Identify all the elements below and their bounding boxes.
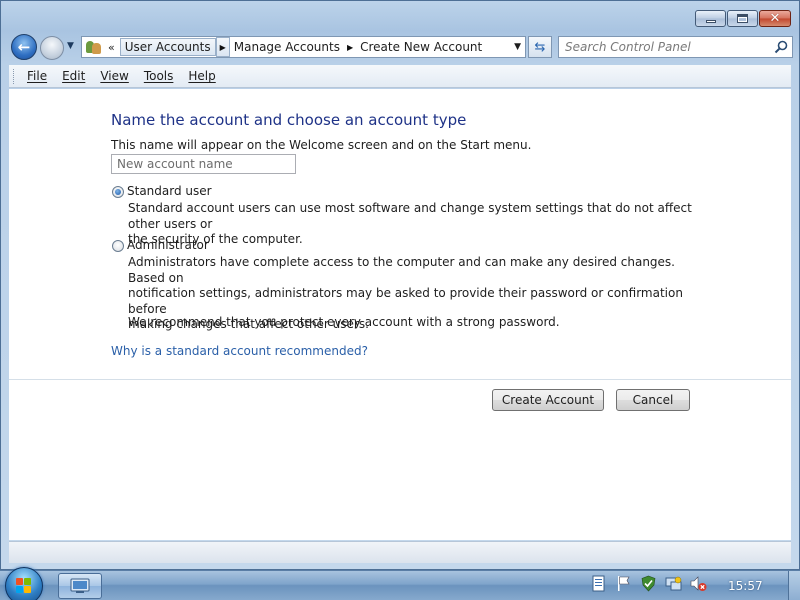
- close-icon: ✕: [769, 11, 781, 26]
- show-desktop-button[interactable]: [788, 571, 800, 600]
- standard-user-description: Standard account users can use most soft…: [128, 201, 708, 248]
- close-button[interactable]: ✕: [759, 10, 791, 27]
- divider: [9, 379, 791, 380]
- volume-muted-icon[interactable]: [690, 575, 707, 592]
- windows-logo-icon: [16, 578, 32, 594]
- breadcrumb-overflow-icon[interactable]: «: [108, 41, 115, 54]
- description-line: Standard account users can use most soft…: [128, 201, 692, 231]
- toolbar-grip[interactable]: [13, 69, 16, 84]
- start-button[interactable]: [5, 567, 43, 600]
- password-recommendation: We recommend that you protect every acco…: [128, 315, 560, 329]
- network-icon[interactable]: [665, 575, 682, 592]
- description-line: notification settings, administrators ma…: [128, 286, 683, 316]
- system-tray: [590, 575, 707, 592]
- back-arrow-icon: ←: [17, 38, 31, 56]
- caption-buttons: ✕: [695, 10, 791, 27]
- administrator-radio[interactable]: [112, 240, 124, 252]
- description-line: the security of the computer.: [128, 232, 303, 246]
- document-icon[interactable]: [590, 575, 607, 592]
- control-panel-icon: [70, 578, 90, 593]
- back-button[interactable]: ←: [11, 34, 37, 60]
- create-account-button[interactable]: Create Account: [492, 389, 604, 411]
- search-input[interactable]: [559, 37, 769, 57]
- navigation-bar: ← ▼ « User Accounts ▶ Manage Accounts ▶ …: [9, 34, 793, 60]
- breadcrumb-create-new-account[interactable]: Create New Account: [356, 39, 486, 55]
- menu-view[interactable]: View: [100, 69, 128, 83]
- menu-tools[interactable]: Tools: [144, 69, 174, 83]
- standard-user-radio[interactable]: [112, 186, 124, 198]
- name-instruction: This name will appear on the Welcome scr…: [111, 138, 532, 152]
- menu-edit[interactable]: Edit: [62, 69, 85, 83]
- search-box[interactable]: [558, 36, 793, 58]
- breadcrumb-manage-accounts[interactable]: Manage Accounts: [230, 39, 344, 55]
- menu-file[interactable]: File: [27, 69, 47, 83]
- maximize-icon: [737, 14, 748, 23]
- content-pane: Name the account and choose an account t…: [9, 89, 791, 540]
- breadcrumb-user-accounts[interactable]: User Accounts: [119, 38, 216, 56]
- description-line: Administrators have complete access to t…: [128, 255, 675, 285]
- cancel-button[interactable]: Cancel: [616, 389, 690, 411]
- account-name-input[interactable]: [111, 154, 296, 174]
- forward-button[interactable]: [40, 36, 64, 60]
- control-panel-window: ✕ ← ▼ « User Accounts ▶ Manage Accounts …: [0, 0, 800, 570]
- clock[interactable]: 15:57: [728, 579, 763, 593]
- maximize-button[interactable]: [727, 10, 758, 27]
- breadcrumb-chevron-icon[interactable]: ▶: [215, 37, 230, 57]
- menu-help[interactable]: Help: [188, 69, 215, 83]
- minimize-icon: [705, 20, 716, 23]
- menu-bar: File Edit View Tools Help: [9, 65, 791, 88]
- breadcrumb-chevron-icon[interactable]: ▶: [344, 43, 356, 52]
- flag-icon[interactable]: [615, 575, 632, 592]
- recent-pages-dropdown-icon[interactable]: ▼: [67, 41, 74, 51]
- security-shield-icon[interactable]: [640, 575, 657, 592]
- standard-user-label[interactable]: Standard user: [127, 184, 212, 198]
- refresh-button[interactable]: ⇆: [528, 36, 552, 58]
- administrator-label[interactable]: Administrator: [127, 238, 209, 252]
- taskbar: 15:57: [0, 567, 800, 600]
- refresh-icon: ⇆: [534, 39, 546, 55]
- page-title: Name the account and choose an account t…: [111, 111, 467, 129]
- address-bar[interactable]: « User Accounts ▶ Manage Accounts ▶ Crea…: [81, 36, 526, 58]
- address-dropdown-icon[interactable]: ▼: [514, 42, 521, 52]
- standard-account-help-link[interactable]: Why is a standard account recommended?: [111, 344, 368, 358]
- search-icon[interactable]: [774, 40, 788, 54]
- status-bar: [9, 541, 791, 563]
- taskbar-control-panel-button[interactable]: [58, 573, 102, 599]
- minimize-button[interactable]: [695, 10, 726, 27]
- user-accounts-icon: [85, 39, 103, 55]
